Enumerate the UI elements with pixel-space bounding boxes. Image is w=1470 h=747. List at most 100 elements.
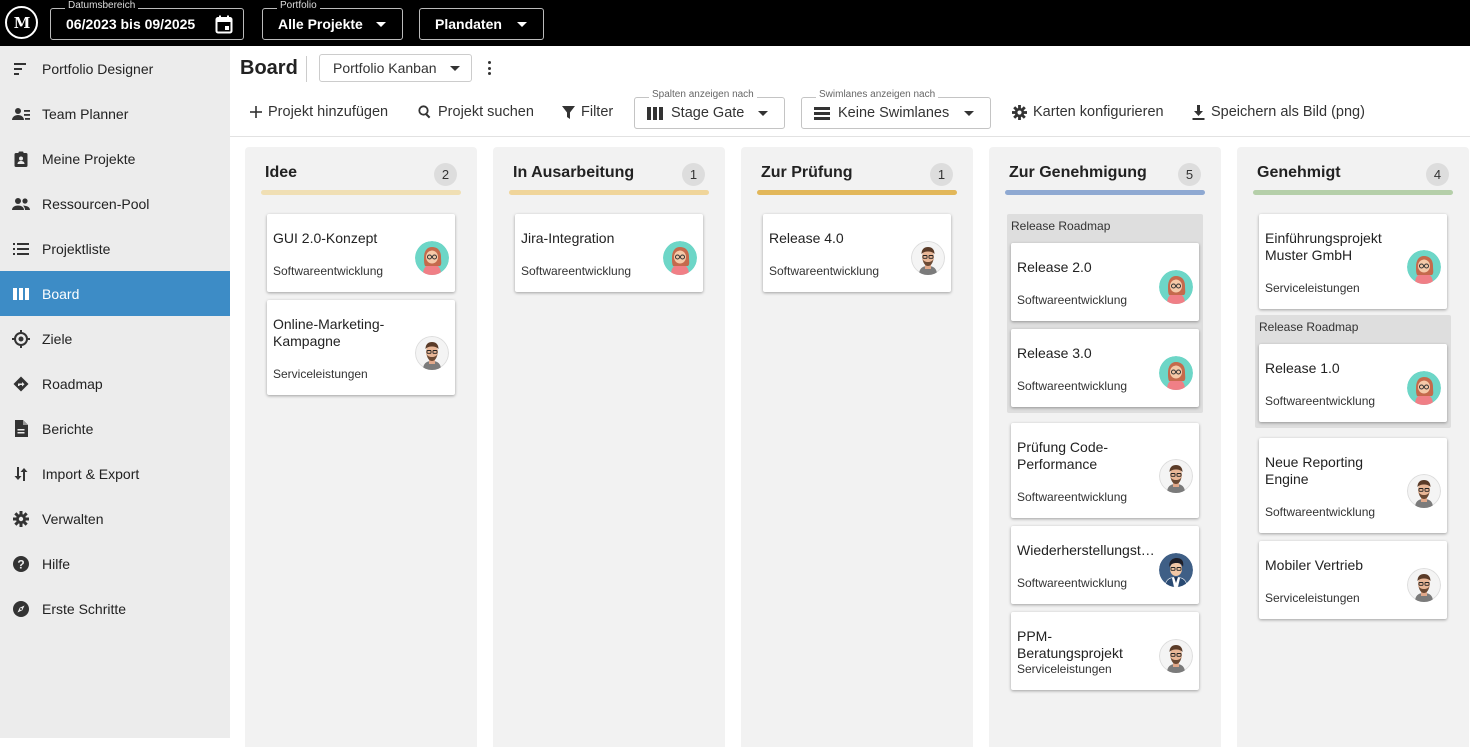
date-range-legend: Datumsbereich <box>65 0 139 12</box>
project-card[interactable]: Online-Marketing-Kampagne Serviceleistung… <box>267 300 455 395</box>
sidebar-item-resource-pool[interactable]: Ressourcen-Pool <box>0 181 230 226</box>
avatar <box>911 241 945 275</box>
project-card[interactable]: Prüfung Code-Performance Softwareentwickl… <box>1011 423 1199 518</box>
sidebar-item-team-planner[interactable]: Team Planner <box>0 91 230 136</box>
my-projects-icon <box>12 150 30 168</box>
sidebar-item-goals[interactable]: Ziele <box>0 316 230 361</box>
search-icon <box>418 105 432 119</box>
project-card-title: Mobiler Vertrieb <box>1265 557 1364 573</box>
swimlanes-select[interactable]: Swimlanes anzeigen nach Keine Swimlanes <box>801 89 991 129</box>
column-title: Idee <box>265 164 298 181</box>
more-vert-icon[interactable] <box>482 58 496 78</box>
plan-data-select[interactable]: Plandaten <box>419 8 544 40</box>
column-title: Zur Prüfung <box>761 164 853 181</box>
project-card[interactable]: Release 2.0 Softwareentwicklung <box>1011 243 1199 321</box>
app-logo[interactable]: M <box>5 6 38 39</box>
project-card-category: Softwareentwicklung <box>521 264 632 278</box>
portfolio-legend: Portfolio <box>277 0 320 12</box>
project-card-category: Softwareentwicklung <box>1017 379 1128 393</box>
board-icon <box>12 285 30 303</box>
roadmap-icon <box>12 375 30 393</box>
board-column: Zur Prüfung 1 Release 4.0 Softwareentwicklu… <box>741 147 973 747</box>
save-image-button[interactable]: Speichern als Bild (png) <box>1192 102 1365 122</box>
column-color-bar <box>1005 190 1205 195</box>
sidebar-item-help[interactable]: ? Hilfe <box>0 541 230 586</box>
sidebar-item-roadmap[interactable]: Roadmap <box>0 361 230 406</box>
portfolio-select[interactable]: Portfolio Alle Projekte <box>262 0 403 40</box>
add-project-button[interactable]: Projekt hinzufügen <box>250 102 388 122</box>
sidebar-item-portfolio-designer[interactable]: Portfolio Designer <box>0 46 230 91</box>
project-card[interactable]: Release 4.0 Softwareentwicklung <box>763 214 951 292</box>
avatar <box>415 335 449 370</box>
columns-select[interactable]: Spalten anzeigen nach Stage Gate <box>634 89 785 129</box>
project-card-category: Serviceleistungen <box>273 367 368 381</box>
chevron-down-icon <box>758 111 768 116</box>
project-card-category: Softwareentwicklung <box>1017 490 1128 504</box>
column-color-bar <box>757 190 957 195</box>
project-card-category: Serviceleistungen <box>1265 591 1360 605</box>
project-card-title: Release 3.0 <box>1017 345 1092 361</box>
sidebar-item-import-export[interactable]: Import & Export <box>0 451 230 496</box>
sidebar-item-label: Team Planner <box>42 105 129 122</box>
date-range-select[interactable]: Datumsbereich 06/2023 bis 09/2025 <box>50 0 244 40</box>
project-card-category: Softwareentwicklung <box>273 264 384 278</box>
chevron-down-icon <box>964 111 974 116</box>
sidebar-item-getting-started[interactable]: Erste Schritte <box>0 586 230 631</box>
gear-icon <box>12 510 30 528</box>
column-title: Zur Genehmigung <box>1009 164 1147 181</box>
target-icon <box>12 329 30 348</box>
configure-cards-button[interactable]: Karten konfigurieren <box>1012 102 1164 122</box>
search-project-label: Projekt suchen <box>438 104 534 120</box>
project-card[interactable]: Neue Reporting Engine Softwareentwicklung <box>1259 438 1447 533</box>
page-title: Board <box>240 57 298 79</box>
filter-icon <box>562 105 575 119</box>
configure-cards-label: Karten konfigurieren <box>1033 104 1164 120</box>
sidebar-item-project-list[interactable]: Projektliste <box>0 226 230 271</box>
view-select[interactable]: Portfolio Kanban <box>319 54 472 82</box>
project-card-title: Release 4.0 <box>769 230 844 246</box>
project-card-category: Serviceleistungen <box>1017 662 1112 676</box>
chevron-down-icon <box>376 22 386 27</box>
search-project-button[interactable]: Projekt suchen <box>418 102 534 122</box>
project-card[interactable]: Jira-Integration Softwareentwicklung <box>515 214 703 292</box>
project-card[interactable]: PPM-Beratungsprojekt Serviceleistungen <box>1011 612 1199 690</box>
project-card-title: Prüfung Code-Performance <box>1017 439 1109 472</box>
avatar <box>1407 473 1441 508</box>
top-bar: M Datumsbereich 06/2023 bis 09/2025 Port… <box>0 0 1470 46</box>
portfolio-value: Alle Projekte <box>278 16 363 32</box>
project-card-title: GUI 2.0-Konzept <box>273 230 378 246</box>
chevron-down-icon <box>450 66 460 71</box>
report-icon <box>12 420 30 438</box>
sidebar-item-label: Berichte <box>42 420 94 437</box>
team-planner-icon <box>12 105 30 123</box>
swimlanes-value: Keine Swimlanes <box>838 105 950 121</box>
date-range-value: 06/2023 bis 09/2025 <box>66 16 196 32</box>
add-project-label: Projekt hinzufügen <box>268 104 389 120</box>
download-icon <box>1192 104 1205 120</box>
sidebar-item-label: Portfolio Designer <box>42 60 154 77</box>
sidebar-item-label: Verwalten <box>42 510 104 527</box>
project-card[interactable]: Release 1.0 Softwareentwicklung <box>1259 344 1447 422</box>
board-column: Idee 2 GUI 2.0-Konzept Softwareentwicklung O… <box>245 147 477 747</box>
board-icon <box>647 106 663 120</box>
swimlane-group: Release Roadmap Release 1.0 Softwareentwic… <box>1255 315 1451 428</box>
column-count-badge: 1 <box>682 163 705 186</box>
sidebar-item-reports[interactable]: Berichte <box>0 406 230 451</box>
project-card[interactable]: GUI 2.0-Konzept Softwareentwicklung <box>267 214 455 292</box>
project-card[interactable]: Mobiler Vertrieb Serviceleistungen <box>1259 541 1447 619</box>
resource-pool-icon <box>12 195 30 213</box>
sidebar-item-my-projects[interactable]: Meine Projekte <box>0 136 230 181</box>
project-card[interactable]: Wiederherstellungst… Softwareentwicklung <box>1011 526 1199 604</box>
sidebar-item-label: Board <box>42 285 80 302</box>
list-icon <box>12 240 30 258</box>
swimlane-group: Release Roadmap Release 2.0 Softwareentwic… <box>1007 214 1203 413</box>
project-card[interactable]: Einführungsprojekt Muster GmbH Servicelei… <box>1259 214 1447 309</box>
sidebar-item-label: Ressourcen-Pool <box>42 195 150 212</box>
board-header: Board Portfolio Kanban Projekt hinzufüge… <box>230 46 1470 137</box>
project-card[interactable]: Release 3.0 Softwareentwicklung <box>1011 329 1199 407</box>
sidebar-item-board[interactable]: Board <box>0 271 230 316</box>
sidebar-item-manage[interactable]: Verwalten <box>0 496 230 541</box>
project-card-title: Online-Marketing-Kampagne <box>273 316 385 349</box>
filter-button[interactable]: Filter <box>562 102 613 122</box>
plus-icon <box>250 106 262 118</box>
